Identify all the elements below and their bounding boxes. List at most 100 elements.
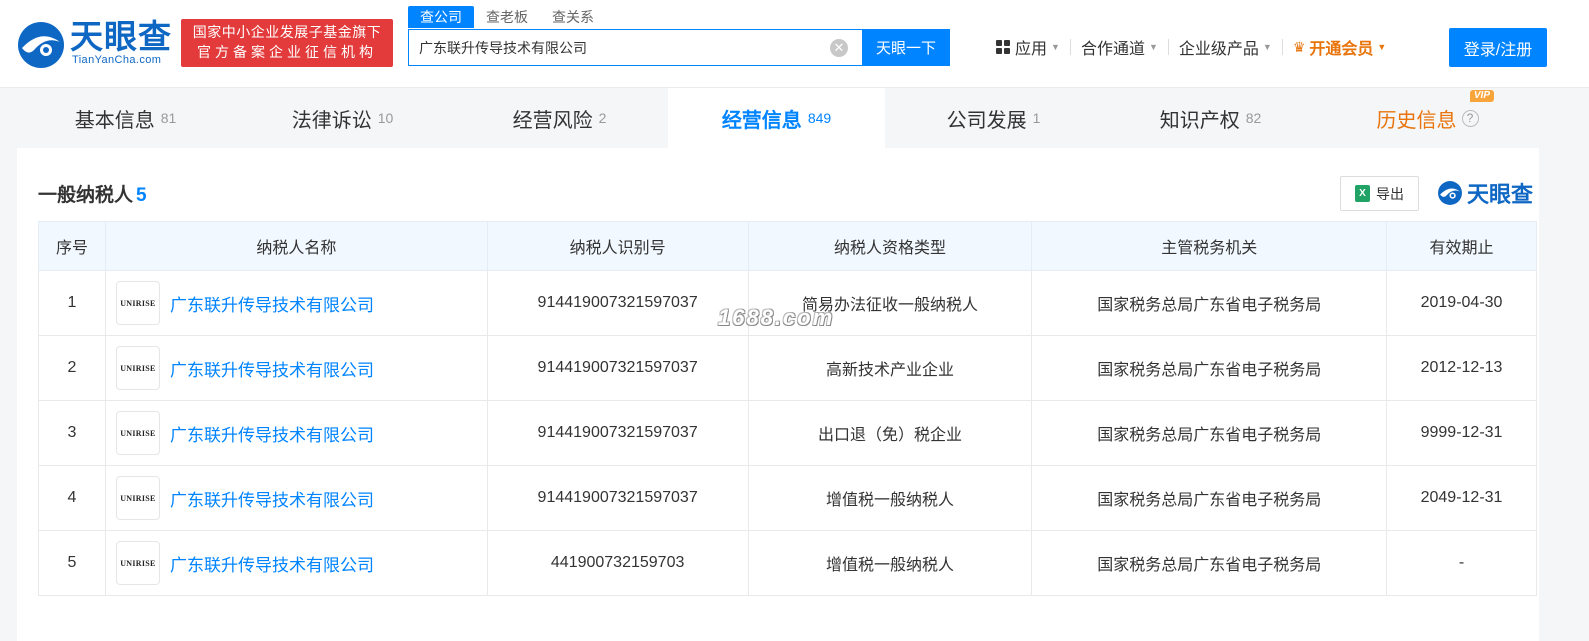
nav-enterprise-products[interactable]: 企业级产品 ▼: [1179, 35, 1272, 59]
cell-no: 4: [38, 465, 106, 531]
chevron-down-icon: ▼: [1051, 42, 1060, 52]
section-title-text: 一般纳税人: [38, 185, 134, 206]
company-logo[interactable]: UNIRISE: [115, 541, 160, 585]
nav-vip-label: 开通会员: [1309, 41, 1374, 58]
nav-vip[interactable]: ♛ 开通会员 ▼: [1293, 35, 1387, 59]
table-row: 3 UNIRISE 广东联升传导技术有限公司 91441900732159703…: [38, 400, 1537, 466]
nav-cooperation-label: 合作通道: [1080, 41, 1145, 58]
chevron-down-icon: ▼: [1262, 42, 1272, 52]
export-button[interactable]: X 导出: [1340, 176, 1419, 211]
company-logo[interactable]: UNIRISE: [115, 411, 160, 455]
company-link[interactable]: 广东联升传导技术有限公司: [170, 421, 374, 446]
nav-divider: [1167, 39, 1169, 55]
eye-logo-icon: [18, 22, 64, 68]
table-header-row: 序号 纳税人名称 纳税人识别号 纳税人资格类型 主管税务机关 有效期止: [38, 221, 1537, 271]
cell-type: 增值税一般纳税人: [747, 465, 1033, 531]
cell-authority: 国家税务总局广东省电子税务局: [1031, 270, 1388, 336]
nav-enterprise-label: 企业级产品: [1178, 41, 1259, 58]
brand-text: 天眼查: [1467, 182, 1534, 207]
top-header: 天眼查 TianYanCha.com 国家中小企业发展子基金旗下 官方备案企业征…: [0, 0, 1589, 88]
col-header-name: 纳税人名称: [104, 221, 488, 271]
cell-no: 2: [38, 335, 106, 401]
tianyancha-logo[interactable]: 天眼查 TianYanCha.com: [16, 18, 174, 70]
section-title: 一般纳税人 5: [38, 180, 147, 207]
badge-line-2: 官方备案企业征信机构: [197, 44, 377, 60]
company-link[interactable]: 广东联升传导技术有限公司: [170, 486, 374, 511]
table-row: 2 UNIRISE 广东联升传导技术有限公司 91441900732159703…: [38, 335, 1537, 401]
cell-tax-id: 914419007321597037: [486, 400, 749, 466]
cell-type: 增值税一般纳税人: [747, 530, 1033, 596]
taxpayer-table: 序号 纳税人名称 纳税人识别号 纳税人资格类型 主管税务机关 有效期止 1 UN…: [38, 221, 1537, 596]
col-header-authority: 主管税务机关: [1031, 221, 1388, 271]
col-header-valid-until: 有效期止: [1386, 221, 1537, 271]
chevron-down-icon: ▼: [1377, 42, 1387, 52]
search-box: ✕: [408, 29, 862, 66]
cell-type: 高新技术产业企业: [747, 335, 1033, 401]
table-row: 4 UNIRISE 广东联升传导技术有限公司 91441900732159703…: [38, 465, 1537, 531]
company-logo[interactable]: UNIRISE: [115, 476, 160, 520]
brand-watermark-logo: 天眼查: [1437, 178, 1533, 208]
tab-count: 82: [1245, 110, 1262, 126]
company-tabs: 基本信息 81 法律诉讼 10 经营风险 2 经营信息 849 公司发展 1 知…: [17, 88, 1539, 148]
cell-type: 出口退（免）税企业: [747, 400, 1033, 466]
company-link[interactable]: 广东联升传导技术有限公司: [170, 356, 374, 381]
col-header-tax-id: 纳税人识别号: [486, 221, 749, 271]
cell-no: 5: [38, 530, 106, 596]
table-row: 5 UNIRISE 广东联升传导技术有限公司 441900732159703 增…: [38, 530, 1537, 596]
tab-business-info[interactable]: 经营信息 849: [668, 88, 885, 148]
cell-name: UNIRISE 广东联升传导技术有限公司: [104, 400, 488, 466]
company-logo[interactable]: UNIRISE: [115, 346, 160, 390]
search-tab-relation[interactable]: 查关系: [540, 6, 606, 28]
tab-risk[interactable]: 经营风险 2: [451, 88, 668, 148]
nav-apps-label: 应用: [1015, 41, 1048, 58]
eye-logo-icon: [1438, 181, 1462, 205]
cell-no: 1: [38, 270, 106, 336]
nav-divider: [1281, 39, 1283, 55]
logo-text: 天眼查: [70, 18, 172, 55]
help-icon[interactable]: ?: [1461, 109, 1479, 127]
logo-domain: TianYanCha.com: [72, 54, 162, 66]
company-logo[interactable]: UNIRISE: [115, 281, 160, 325]
apps-grid-icon: [996, 40, 1010, 54]
tab-ip[interactable]: 知识产权 82: [1102, 88, 1319, 148]
cell-authority: 国家税务总局广东省电子税务局: [1031, 530, 1388, 596]
search-button[interactable]: 天眼一下: [862, 29, 950, 66]
col-header-no: 序号: [38, 221, 106, 271]
cell-authority: 国家税务总局广东省电子税务局: [1031, 335, 1388, 401]
tab-count: 2: [598, 110, 607, 126]
search-type-tabs: 查公司 查老板 查关系: [408, 6, 606, 28]
company-link[interactable]: 广东联升传导技术有限公司: [170, 291, 374, 316]
tab-history[interactable]: VIP 历史信息 ?: [1319, 88, 1536, 148]
cell-name: UNIRISE 广东联升传导技术有限公司: [104, 335, 488, 401]
cell-tax-id: 914419007321597037: [486, 270, 749, 336]
tab-label: 经营风险: [512, 109, 593, 132]
search-tab-company[interactable]: 查公司: [408, 6, 474, 28]
cell-valid-until: 9999-12-31: [1386, 400, 1537, 466]
login-register-button[interactable]: 登录/注册: [1449, 28, 1547, 67]
cell-tax-id: 914419007321597037: [486, 335, 749, 401]
crown-icon: ♛: [1292, 38, 1306, 55]
vip-tag: VIP: [1469, 90, 1494, 102]
cell-authority: 国家税务总局广东省电子税务局: [1031, 465, 1388, 531]
cell-valid-until: 2012-12-13: [1386, 335, 1537, 401]
clear-icon[interactable]: ✕: [830, 39, 848, 57]
excel-icon: X: [1355, 185, 1370, 202]
search-tab-boss[interactable]: 查老板: [474, 6, 540, 28]
cell-tax-id: 914419007321597037: [486, 465, 749, 531]
tab-development[interactable]: 公司发展 1: [885, 88, 1102, 148]
company-link[interactable]: 广东联升传导技术有限公司: [170, 551, 374, 576]
tab-label: 基本信息: [74, 109, 155, 132]
col-header-type: 纳税人资格类型: [747, 221, 1033, 271]
top-nav: 应用 ▼ 合作通道 ▼ 企业级产品 ▼ ♛ 开通会员 ▼: [996, 34, 1386, 60]
tab-legal[interactable]: 法律诉讼 10: [234, 88, 451, 148]
main-content: 一般纳税人 5 X 导出 天眼查 序号 纳税人名称 纳税人识别号 纳税人资格类型 …: [17, 148, 1539, 641]
cell-name: UNIRISE 广东联升传导技术有限公司: [104, 270, 488, 336]
search-input[interactable]: [409, 30, 809, 65]
cell-valid-until: 2019-04-30: [1386, 270, 1537, 336]
nav-apps[interactable]: 应用 ▼: [996, 35, 1060, 59]
chevron-down-icon: ▼: [1148, 42, 1158, 52]
nav-cooperation[interactable]: 合作通道 ▼: [1081, 35, 1158, 59]
nav-divider: [1069, 39, 1071, 55]
tab-basic-info[interactable]: 基本信息 81: [17, 88, 234, 148]
cell-authority: 国家税务总局广东省电子税务局: [1031, 400, 1388, 466]
